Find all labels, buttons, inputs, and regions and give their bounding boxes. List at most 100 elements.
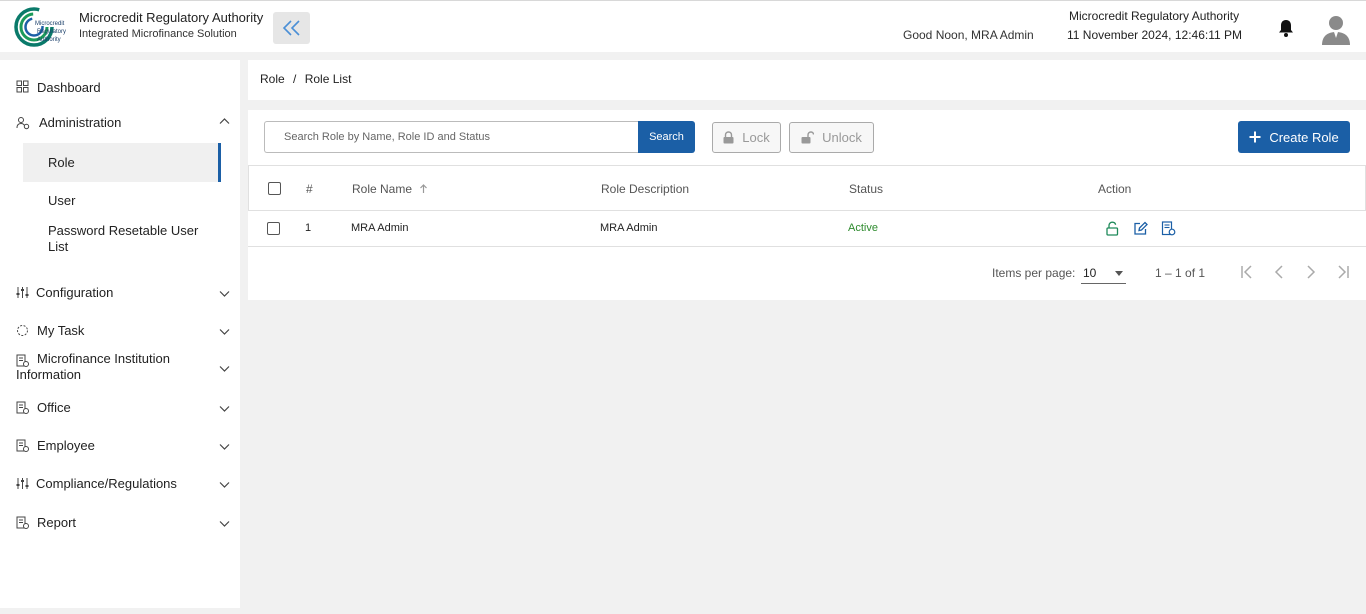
breadcrumb-separator: / (293, 72, 297, 86)
sidebar-label: Administration (39, 114, 122, 130)
svg-text:Regulatory: Regulatory (37, 29, 66, 35)
column-header-status: Status (849, 182, 884, 196)
sidebar-label: Report (37, 514, 77, 530)
table-row: 1 MRA Admin MRA Admin Active (248, 211, 1366, 247)
bell-icon[interactable] (1277, 18, 1295, 38)
sidebar-sublabel: User (48, 193, 76, 208)
sidebar-label: Compliance/Regulations (36, 475, 177, 491)
sidebar-item-dashboard[interactable]: Dashboard (0, 78, 240, 96)
caret-down-icon (1115, 271, 1123, 276)
collapse-sidebar-button[interactable] (273, 12, 310, 44)
sidebar-label: Microfinance Institution Information (16, 351, 170, 382)
greeting-text: Good Noon, MRA Admin (903, 28, 1034, 42)
sidebar-item-report[interactable]: Report (0, 513, 240, 531)
sidebar-label: Employee (37, 437, 95, 453)
document-icon (16, 439, 29, 452)
column-header-label: Role Name (352, 182, 413, 196)
sliders-icon (16, 287, 29, 298)
page-range: 1 – 1 of 1 (1155, 266, 1206, 280)
lock-button[interactable]: Lock (712, 122, 781, 153)
spinner-icon (17, 325, 28, 336)
column-header-index: # (306, 182, 313, 196)
sidebar-item-employee[interactable]: Employee (0, 436, 240, 454)
items-per-page-label: Items per page: (992, 266, 1076, 280)
app-header: Microcredit Regulatory Authority Microcr… (0, 0, 1366, 52)
chevron-down-icon (219, 482, 230, 488)
cell-role-description: MRA Admin (600, 222, 658, 234)
sliders-icon (16, 478, 29, 489)
chevron-down-icon (219, 444, 230, 450)
sidebar-subitem-password-resetable[interactable]: Password Resetable User List (23, 220, 221, 256)
chevron-up-icon (219, 118, 230, 124)
items-per-page-value: 10 (1083, 266, 1097, 280)
current-datetime: 11 November 2024, 12:46:11 PM (1067, 28, 1242, 42)
arrow-up-icon (420, 184, 428, 193)
sidebar-item-administration[interactable]: Administration (0, 113, 240, 131)
sidebar-item-configuration[interactable]: Configuration (0, 283, 240, 301)
chevron-down-icon (219, 406, 230, 412)
first-page-icon[interactable] (1239, 263, 1255, 281)
create-role-button[interactable]: Create Role (1238, 121, 1350, 153)
users-cog-icon (16, 117, 30, 130)
table-header: # Role Name Role Description Status Acti… (248, 165, 1366, 211)
chevron-down-icon (219, 366, 230, 372)
previous-page-icon[interactable] (1271, 263, 1287, 281)
row-checkbox[interactable] (267, 222, 280, 235)
sidebar: Dashboard Administration Role User Passw… (0, 60, 240, 608)
svg-text:Microcredit: Microcredit (35, 21, 65, 27)
report-icon (16, 516, 29, 529)
unlock-action-icon[interactable] (1105, 221, 1120, 236)
document-icon (16, 401, 29, 414)
sidebar-subitem-role[interactable]: Role (23, 143, 221, 182)
search-button[interactable]: Search (638, 121, 695, 153)
paginator: Items per page: 10 1 – 1 of 1 (248, 247, 1366, 297)
org-name: Microcredit Regulatory Authority (1069, 9, 1240, 23)
unlock-button[interactable]: Unlock (789, 122, 874, 153)
sidebar-label: Dashboard (37, 79, 101, 95)
sidebar-item-mfi-information[interactable]: Microfinance Institution Information (0, 351, 240, 385)
cell-role-name: MRA Admin (351, 222, 409, 234)
brand-subtitle: Integrated Microfinance Solution (79, 28, 237, 40)
sidebar-sublabel: Role (48, 155, 75, 170)
breadcrumb-current: Role List (304, 72, 352, 86)
breadcrumb-bar: Role / Role List (248, 60, 1366, 100)
select-all-checkbox[interactable] (268, 182, 281, 195)
mra-logo: Microcredit Regulatory Authority (14, 7, 66, 47)
chevron-down-icon (219, 521, 230, 527)
sidebar-label: Office (37, 399, 71, 415)
unlock-label: Unlock (822, 130, 862, 145)
lock-label: Lock (742, 130, 770, 145)
svg-text:Authority: Authority (37, 37, 61, 43)
column-header-role-description: Role Description (601, 182, 690, 196)
sidebar-label: Configuration (36, 284, 114, 300)
sidebar-item-compliance[interactable]: Compliance/Regulations (0, 474, 240, 492)
column-header-action: Action (1098, 182, 1132, 196)
double-chevron-left-icon (282, 20, 300, 36)
edit-icon[interactable] (1133, 221, 1148, 236)
next-page-icon[interactable] (1303, 263, 1319, 281)
view-details-icon[interactable] (1161, 221, 1176, 236)
chevron-down-icon (219, 291, 230, 297)
lock-icon (723, 131, 734, 144)
items-per-page-select[interactable]: 10 (1081, 262, 1126, 284)
create-role-label: Create Role (1269, 129, 1339, 145)
last-page-icon[interactable] (1335, 263, 1351, 281)
brand-title: Microcredit Regulatory Authority (79, 10, 264, 25)
sidebar-item-office[interactable]: Office (0, 398, 240, 416)
role-list-panel: Search Lock Unlock Create Role # Role Na… (248, 110, 1366, 300)
cell-index: 1 (305, 222, 312, 234)
breadcrumb: Role / Role List (260, 72, 351, 86)
breadcrumb-parent[interactable]: Role (260, 72, 285, 86)
user-avatar-icon[interactable] (1321, 13, 1351, 45)
grid-icon (16, 80, 29, 93)
search-input[interactable] (264, 121, 639, 153)
plus-icon (1249, 131, 1261, 143)
sidebar-sublabel: Password Resetable User List (48, 223, 199, 254)
cell-status: Active (848, 222, 878, 234)
sidebar-label: My Task (37, 322, 85, 338)
unlock-icon (801, 131, 815, 144)
chevron-down-icon (219, 329, 230, 335)
column-header-role-name[interactable]: Role Name (352, 182, 428, 196)
sidebar-subitem-user[interactable]: User (23, 190, 221, 212)
sidebar-item-my-task[interactable]: My Task (0, 321, 240, 339)
